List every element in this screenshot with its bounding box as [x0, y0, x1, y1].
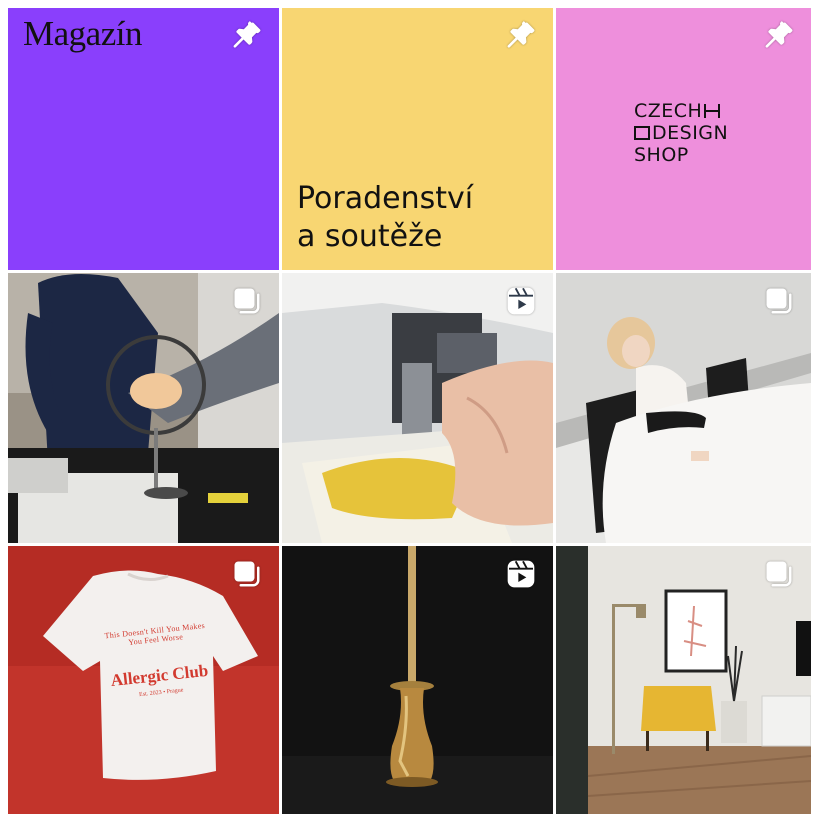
pin-icon: [761, 18, 797, 54]
post-poradenstvi[interactable]: Poradenství a soutěže: [282, 8, 553, 270]
carousel-icon: [229, 556, 265, 592]
tshirt-print: This Doesn't Kill You Makes You Feel Wor…: [100, 620, 217, 702]
pin-icon: [503, 18, 539, 54]
poradenstvi-title: Poradenství a soutěže: [297, 181, 474, 254]
reels-icon: [503, 283, 539, 319]
post-czech-design-shop[interactable]: CZECH DESIGN SHOP: [556, 8, 811, 270]
carousel-icon: [761, 283, 797, 319]
post-allergic-club-tshirt[interactable]: This Doesn't Kill You Makes You Feel Wor…: [8, 546, 279, 814]
logo-line-czech: CZECH: [634, 100, 703, 122]
profile-post-grid: Magazín Poradenství a soutěže CZECH DESI…: [8, 8, 811, 814]
post-lamp-workshop[interactable]: [8, 273, 279, 543]
czech-design-shop-logo: CZECH DESIGN SHOP: [634, 100, 752, 166]
post-brass-candlestick[interactable]: [282, 546, 553, 814]
post-magazin[interactable]: Magazín: [8, 8, 279, 270]
carousel-icon: [229, 283, 265, 319]
post-sewing-machine[interactable]: [282, 273, 553, 543]
logo-line-design: DESIGN: [652, 122, 729, 144]
pin-icon: [229, 18, 265, 54]
reels-icon: [503, 556, 539, 592]
post-interior-yellow-chair[interactable]: [556, 546, 811, 814]
carousel-icon: [761, 556, 797, 592]
magazin-title: Magazín: [23, 14, 142, 53]
logo-line-shop: SHOP: [634, 144, 689, 166]
post-bridal-chair[interactable]: [556, 273, 811, 543]
